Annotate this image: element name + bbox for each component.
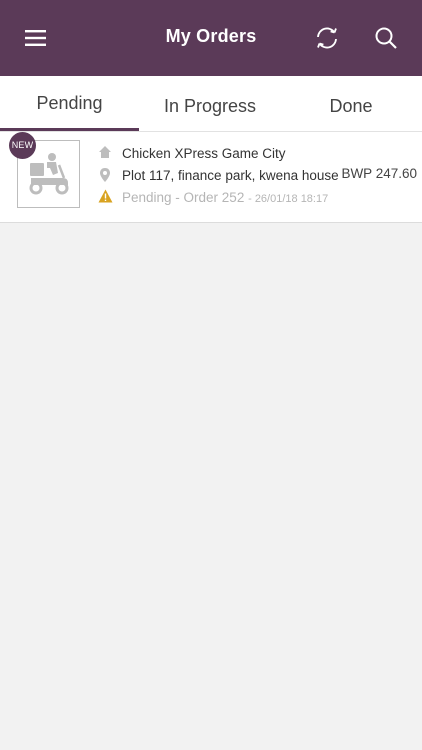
order-list-item[interactable]: NEW Chicken XPress Game City Plot 117, f… [0, 132, 422, 223]
location-pin-icon [98, 167, 112, 182]
order-status: Pending - Order 252 [122, 190, 245, 205]
app-bar: My Orders [0, 0, 422, 76]
order-timestamp: - 26/01/18 18:17 [248, 193, 329, 205]
refresh-icon[interactable] [313, 24, 341, 52]
order-price: BWP 247.60 [341, 166, 417, 181]
page-title: My Orders [165, 26, 257, 46]
tab-done[interactable]: Done [280, 76, 422, 131]
restaurant-name: Chicken XPress Game City [122, 146, 286, 161]
tab-pending[interactable]: Pending [0, 75, 139, 130]
home-icon [98, 145, 112, 159]
delivery-address: Plot 117, finance park, kwena house [122, 168, 339, 183]
new-badge: NEW [9, 132, 36, 159]
order-status-line: Pending - Order 252 - 26/01/18 18:17 [122, 190, 328, 205]
delivery-scooter-icon [29, 153, 69, 195]
search-icon[interactable] [372, 24, 400, 52]
warning-icon [98, 189, 113, 203]
tab-in-progress[interactable]: In Progress [140, 76, 280, 131]
order-status-tabs: Pending In Progress Done [0, 76, 422, 132]
active-tab-indicator [0, 128, 139, 131]
